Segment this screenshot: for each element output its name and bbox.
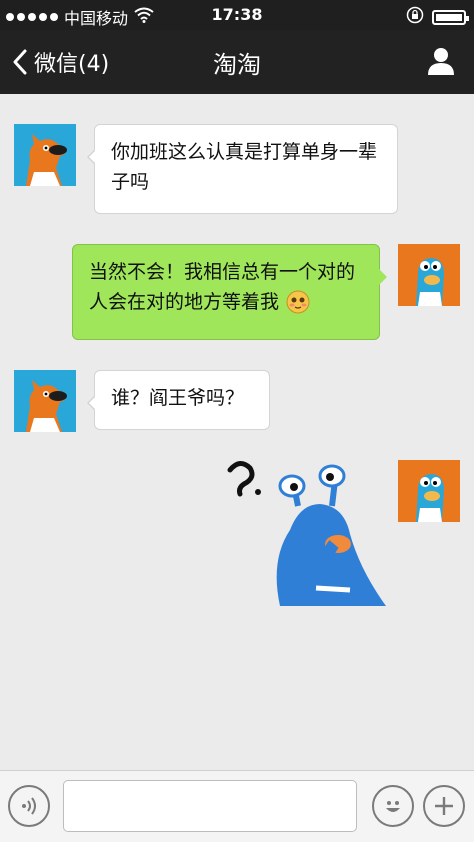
message-bubble-incoming[interactable]: 谁？阎王爷吗？ bbox=[87, 370, 270, 430]
status-time: 17:38 bbox=[211, 5, 263, 24]
chat-title: 淘淘 bbox=[213, 51, 261, 79]
orange-dog-avatar[interactable] bbox=[14, 124, 76, 186]
rotation-lock-icon bbox=[406, 6, 424, 28]
blushing-emoji-icon bbox=[285, 288, 311, 323]
message-text: 谁？阎王爷吗？ bbox=[111, 387, 245, 409]
message-bubble-outgoing[interactable]: 当然不会！我相信总有一个对的人会在对的地方等着我 bbox=[72, 244, 387, 340]
message-text: 你加班这么认真是打算单身一辈子吗 bbox=[111, 141, 378, 193]
input-bar bbox=[0, 770, 474, 842]
message-text: 当然不会！我相信总有一个对的人会在对的地方等着我 bbox=[89, 261, 356, 313]
voice-button[interactable] bbox=[8, 785, 50, 827]
battery-icon bbox=[432, 9, 469, 25]
profile-button[interactable] bbox=[426, 46, 456, 80]
more-button[interactable] bbox=[423, 785, 465, 827]
voice-icon bbox=[22, 797, 36, 815]
message-bubble-incoming[interactable]: 你加班这么认真是打算单身一辈子吗 bbox=[87, 124, 398, 214]
smiley-icon bbox=[386, 801, 400, 812]
nav-bar: 微信(4) 淘淘 bbox=[0, 30, 474, 94]
blue-creature-avatar[interactable] bbox=[398, 460, 460, 522]
plus-icon bbox=[435, 797, 453, 815]
blue-creature-avatar[interactable] bbox=[398, 244, 460, 306]
status-bar: 中国移动 17:38 bbox=[0, 0, 474, 30]
person-icon bbox=[428, 48, 454, 75]
chat-area[interactable]: 你加班这么认真是打算单身一辈子吗 当然不会！我相信总有一个对的人会在对的地方等着… bbox=[0, 94, 474, 770]
thinking-snail-sticker[interactable] bbox=[220, 460, 388, 606]
message-input[interactable] bbox=[63, 780, 357, 832]
emoji-button[interactable] bbox=[372, 785, 414, 827]
orange-dog-avatar[interactable] bbox=[14, 370, 76, 432]
